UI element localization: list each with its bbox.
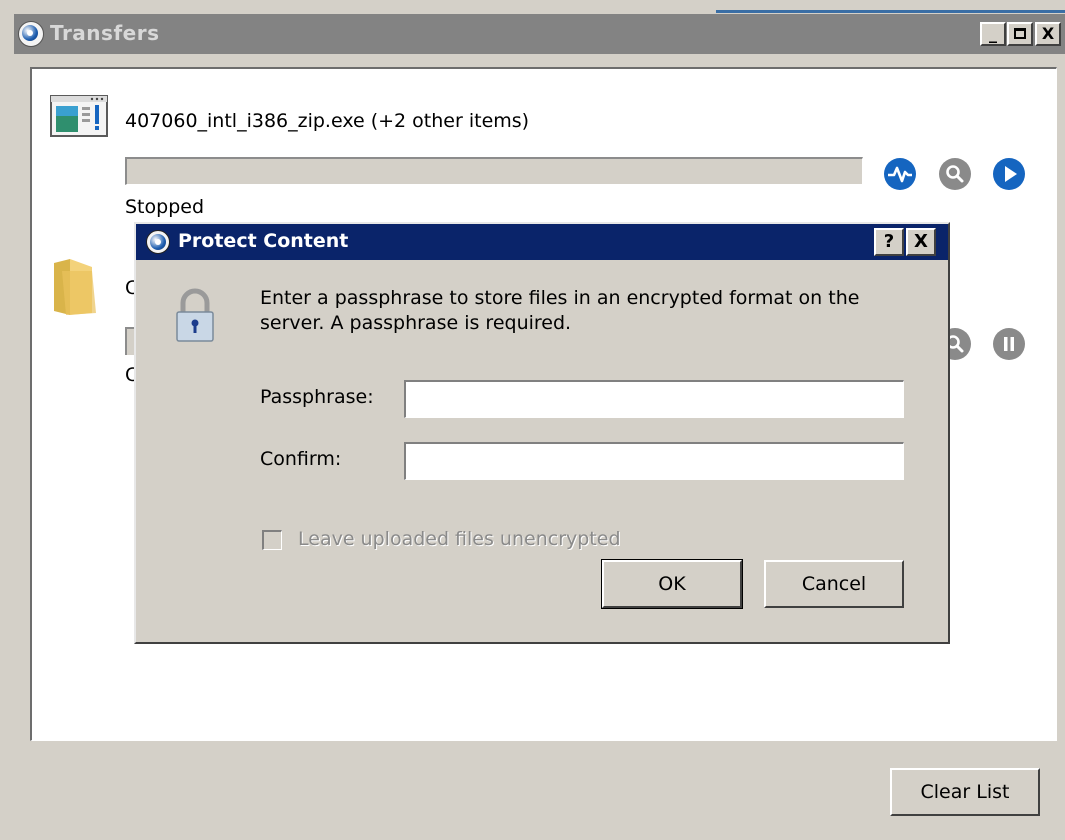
- transfer-progress-bar: [125, 157, 863, 185]
- ok-button[interactable]: OK: [601, 559, 743, 609]
- help-button[interactable]: ?: [874, 228, 904, 256]
- confirm-label: Confirm:: [260, 448, 342, 470]
- maximize-button[interactable]: [1007, 22, 1033, 46]
- minimize-button[interactable]: _: [980, 22, 1006, 46]
- background-window-edge: [716, 10, 1065, 13]
- search-icon[interactable]: [938, 157, 972, 191]
- maximize-icon: [1014, 28, 1026, 39]
- passphrase-input[interactable]: [404, 380, 904, 418]
- dialog-titlebar[interactable]: Protect Content ? X: [136, 224, 948, 260]
- leave-unencrypted-label: Leave uploaded files unencrypted: [298, 528, 621, 550]
- activity-icon[interactable]: [883, 157, 917, 191]
- clear-list-button[interactable]: Clear List: [890, 768, 1040, 816]
- transfer-status: Stopped: [125, 196, 205, 218]
- app-logo-icon: [18, 21, 44, 47]
- dialog-title: Protect Content: [178, 230, 349, 252]
- confirm-input[interactable]: [404, 442, 904, 480]
- play-icon[interactable]: [992, 157, 1026, 191]
- dialog-message: Enter a passphrase to store files in an …: [260, 287, 860, 334]
- folder-icon: [52, 257, 100, 317]
- app-logo-icon: [146, 230, 170, 254]
- executable-file-icon: [50, 95, 110, 139]
- transfer-item-name: 407060_intl_i386_zip.exe (+2 other items…: [125, 110, 530, 132]
- passphrase-label: Passphrase:: [260, 386, 374, 408]
- lock-icon: [174, 288, 216, 344]
- dialog-close-button[interactable]: X: [906, 228, 936, 256]
- cancel-button[interactable]: Cancel: [764, 560, 904, 608]
- protect-content-dialog: Protect Content ? X Enter a passphrase t…: [134, 222, 950, 644]
- close-button[interactable]: X: [1035, 22, 1061, 46]
- window-title: Transfers: [50, 21, 160, 45]
- pause-icon[interactable]: [992, 327, 1026, 361]
- transfers-window: Transfers _ X 407060_intl_i386_zip.exe (…: [0, 0, 1065, 840]
- leave-unencrypted-checkbox[interactable]: [262, 530, 282, 550]
- window-titlebar[interactable]: Transfers _ X: [14, 14, 1065, 54]
